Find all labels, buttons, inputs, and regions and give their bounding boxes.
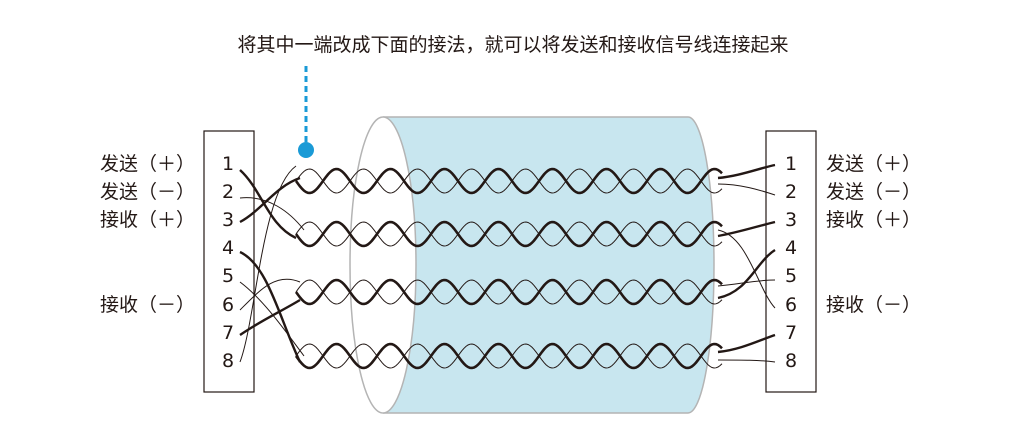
- right-pin-1: 1: [785, 153, 797, 175]
- left-label-pin1: 发送（＋）: [100, 153, 195, 175]
- right-label-pin1: 发送（＋）: [826, 153, 921, 175]
- left-pin-4: 4: [222, 237, 234, 259]
- left-pin-1: 1: [222, 153, 234, 175]
- right-pin-4: 4: [785, 237, 797, 259]
- right-pin-5: 5: [785, 265, 797, 287]
- pointer-dot: [298, 142, 314, 158]
- left-label-pin6: 接收（－）: [100, 294, 195, 316]
- left-pin-3: 3: [222, 209, 234, 231]
- crossover-cable-diagram: 将其中一端改成下面的接法，就可以将发送和接收信号线连接起来 1 2 3 4 5 …: [100, 34, 921, 414]
- left-labels: 发送（＋） 发送（－） 接收（＋） 接收（－）: [100, 153, 195, 316]
- left-pin-2: 2: [222, 181, 234, 203]
- right-pin-8: 8: [785, 350, 797, 372]
- right-pin-2: 2: [785, 181, 797, 203]
- left-label-pin3: 接收（＋）: [100, 209, 195, 231]
- right-pin-6: 6: [785, 294, 797, 316]
- right-labels: 发送（＋） 发送（－） 接收（＋） 接收（－）: [826, 153, 921, 316]
- right-pin-7: 7: [785, 322, 797, 344]
- diagram-caption: 将其中一端改成下面的接法，就可以将发送和接收信号线连接起来: [237, 34, 788, 56]
- cable-left-face: [349, 116, 417, 414]
- right-label-pin2: 发送（－）: [826, 181, 921, 203]
- left-pin-6: 6: [222, 294, 234, 316]
- left-label-pin2: 发送（－）: [100, 181, 195, 203]
- left-pin-7: 7: [222, 322, 234, 344]
- cable-body: [383, 117, 714, 413]
- right-label-pin3: 接收（＋）: [826, 209, 921, 231]
- left-pin-5: 5: [222, 265, 234, 287]
- right-pin-3: 3: [785, 209, 797, 231]
- right-label-pin6: 接收（－）: [826, 294, 921, 316]
- left-pin-8: 8: [222, 350, 234, 372]
